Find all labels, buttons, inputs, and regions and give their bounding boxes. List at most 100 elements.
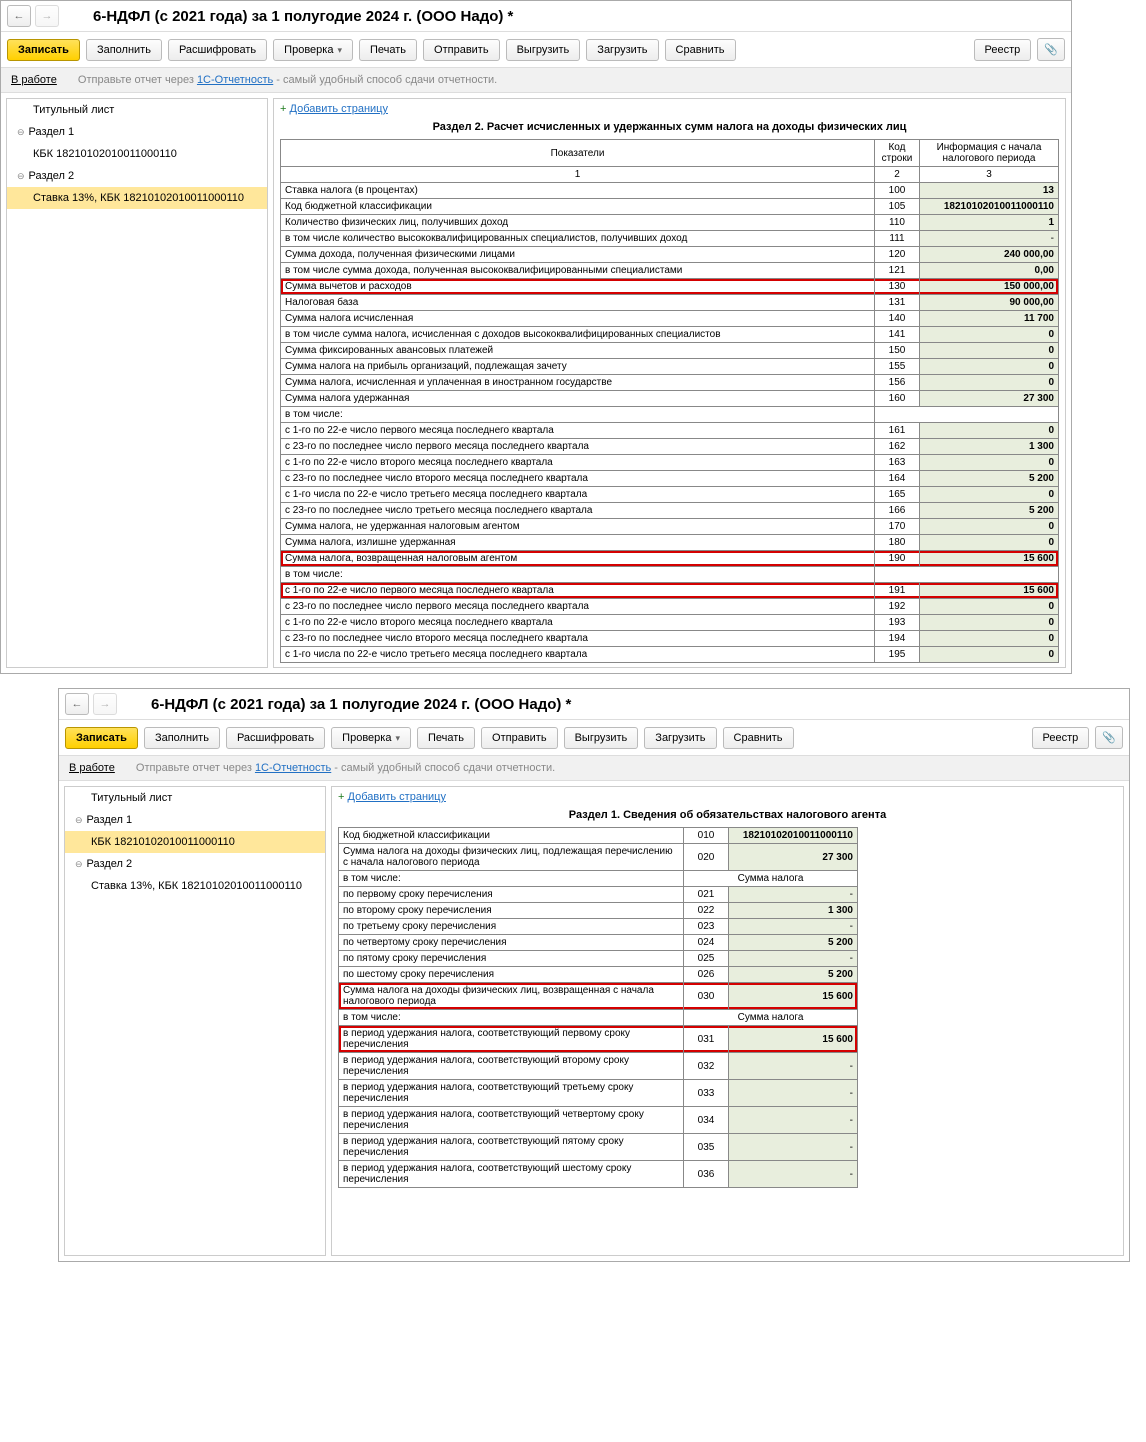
row-value[interactable]: 1 [920,215,1059,231]
row-code: 191 [875,583,920,599]
nav-section1-kbk[interactable]: КБК 18210102010011000110 [7,143,267,165]
nav-section2-rate[interactable]: Ставка 13%, КБК 18210102010011000110 [7,187,267,209]
nav-section1[interactable]: ⊖Раздел 1 [7,121,267,143]
table-row: по первому сроку перечисления021- [339,887,858,903]
body: Титульный лист ⊖Раздел 1 КБК 18210102010… [59,781,1129,1261]
decode-button[interactable]: Расшифровать [226,727,325,749]
row-value[interactable]: 15 600 [920,551,1059,567]
row-value[interactable]: 0 [920,519,1059,535]
fill-button[interactable]: Заполнить [86,39,162,61]
nav-section1-kbk[interactable]: КБК 18210102010011000110 [65,831,325,853]
print-button[interactable]: Печать [417,727,475,749]
table-row: в период удержания налога, соответствующ… [339,1107,858,1134]
print-button[interactable]: Печать [359,39,417,61]
row-value[interactable]: 240 000,00 [920,247,1059,263]
row-value[interactable]: 5 200 [729,935,858,951]
row-value[interactable]: - [729,919,858,935]
check-button[interactable]: Проверка▾ [273,39,353,61]
unload-button[interactable]: Выгрузить [564,727,639,749]
nav-title-page[interactable]: Титульный лист [65,787,325,809]
nav-section1[interactable]: ⊖Раздел 1 [65,809,325,831]
forward-button[interactable]: → [93,693,117,715]
nav-section2[interactable]: ⊖Раздел 2 [65,853,325,875]
row-value[interactable]: 18210102010011000110 [729,828,858,844]
row-value[interactable]: 5 200 [920,503,1059,519]
row-value[interactable]: 0 [920,343,1059,359]
row-value[interactable]: 15 600 [729,1026,858,1053]
row-value[interactable]: 1 300 [729,903,858,919]
row-value[interactable]: - [729,1053,858,1080]
write-button[interactable]: Записать [65,727,138,749]
row-label: с 23-го по последнее число второго месяц… [281,631,875,647]
load-button[interactable]: Загрузить [586,39,658,61]
row-value[interactable]: - [729,1107,858,1134]
row-label: в период удержания налога, соответствующ… [339,1161,684,1188]
row-value[interactable]: 27 300 [920,391,1059,407]
row-value[interactable]: 27 300 [729,844,858,871]
reporting-link[interactable]: 1С-Отчетность [255,762,331,774]
back-button[interactable]: ← [65,693,89,715]
row-value[interactable]: 15 600 [729,983,858,1010]
status-link[interactable]: В работе [11,74,57,86]
registry-button[interactable]: Реестр [974,39,1032,61]
row-value[interactable]: 0 [920,631,1059,647]
row-code: 194 [875,631,920,647]
col-code: Код строки [875,140,920,167]
row-value[interactable]: 0 [920,359,1059,375]
row-value[interactable]: 13 [920,183,1059,199]
compare-button[interactable]: Сравнить [723,727,794,749]
row-value[interactable]: 0 [920,327,1059,343]
check-button[interactable]: Проверка▾ [331,727,411,749]
unload-button[interactable]: Выгрузить [506,39,581,61]
row-value[interactable]: - [729,1161,858,1188]
nav-section2-rate[interactable]: Ставка 13%, КБК 18210102010011000110 [65,875,325,897]
row-value[interactable]: 0 [920,599,1059,615]
row-value[interactable]: 0 [920,455,1059,471]
row-value[interactable]: 0 [920,487,1059,503]
row-value[interactable]: 18210102010011000110 [920,199,1059,215]
fill-button[interactable]: Заполнить [144,727,220,749]
content-section2: + Добавить страницу Раздел 2. Расчет исч… [273,98,1066,668]
row-value[interactable]: - [729,887,858,903]
back-button[interactable]: ← [7,5,31,27]
row-value[interactable]: 15 600 [920,583,1059,599]
row-value[interactable]: 11 700 [920,311,1059,327]
row-label: по второму сроку перечисления [339,903,684,919]
write-button[interactable]: Записать [7,39,80,61]
decode-button[interactable]: Расшифровать [168,39,267,61]
reporting-link[interactable]: 1С-Отчетность [197,74,273,86]
table-row: Количество физических лиц, получивших до… [281,215,1059,231]
nav-section2[interactable]: ⊖Раздел 2 [7,165,267,187]
compare-button[interactable]: Сравнить [665,39,736,61]
row-value[interactable]: 150 000,00 [920,279,1059,295]
send-button[interactable]: Отправить [481,727,558,749]
row-label: в том числе: [339,1010,684,1026]
row-value[interactable]: 0,00 [920,263,1059,279]
row-value[interactable]: 1 300 [920,439,1059,455]
row-label: в том числе: [281,567,875,583]
row-value[interactable]: - [729,1080,858,1107]
row-value[interactable]: 0 [920,423,1059,439]
attach-button[interactable]: 📎 [1095,726,1123,749]
add-page-link[interactable]: + Добавить страницу [338,791,1117,803]
add-page-link[interactable]: + Добавить страницу [280,103,1059,115]
forward-button[interactable]: → [35,5,59,27]
row-value[interactable]: 90 000,00 [920,295,1059,311]
send-button[interactable]: Отправить [423,39,500,61]
row-value[interactable]: 0 [920,375,1059,391]
info-text: Отправьте отчет через 1С-Отчетность - са… [136,762,555,774]
row-value[interactable]: - [729,1134,858,1161]
row-value[interactable]: - [920,231,1059,247]
row-value[interactable]: 5 200 [729,967,858,983]
row-value[interactable]: 0 [920,615,1059,631]
row-value[interactable]: 5 200 [920,471,1059,487]
row-value[interactable]: 0 [920,535,1059,551]
table-row: по четвертому сроку перечисления0245 200 [339,935,858,951]
row-value[interactable]: 0 [920,647,1059,663]
load-button[interactable]: Загрузить [644,727,716,749]
attach-button[interactable]: 📎 [1037,38,1065,61]
row-value[interactable]: - [729,951,858,967]
nav-title-page[interactable]: Титульный лист [7,99,267,121]
registry-button[interactable]: Реестр [1032,727,1090,749]
status-link[interactable]: В работе [69,762,115,774]
